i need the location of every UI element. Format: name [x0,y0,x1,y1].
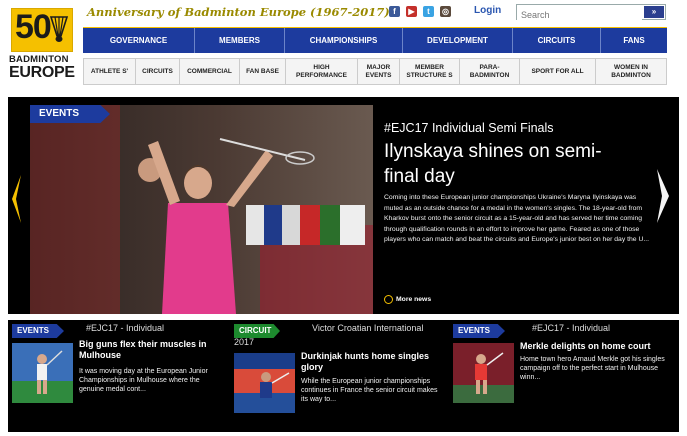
nav-fans[interactable]: FANS [601,28,667,53]
nav-development[interactable]: DEVELOPMENT [403,28,513,53]
card-event-label: #EJC17 - Individual [532,323,611,333]
subnav-women-in-badminton[interactable]: WOMEN IN BADMINTON [596,59,666,84]
search-box: » [516,4,666,22]
card-category-tag[interactable]: CIRCUIT [234,324,280,338]
anniversary-banner: Anniversary of Badminton Europe (1967-20… [87,5,390,19]
card-thumbnail[interactable] [453,343,514,403]
subnav-major-events[interactable]: MAJOR EVENTS [358,59,400,84]
subnav-fan-base[interactable]: FAN BASE [240,59,286,84]
logo-text-line2: EUROPE [9,64,75,81]
nav-championships[interactable]: CHAMPIONSHIPS [285,28,403,53]
hero-headline[interactable]: Ilynskaya shines on semi-final day [384,139,624,189]
login-link[interactable]: Login [474,5,501,16]
slider-next-arrow[interactable] [654,167,672,225]
hero-image[interactable] [30,105,373,314]
hero-photo-player [30,105,373,314]
subnav-athletes[interactable]: ATHLETE S' [84,59,136,84]
twitter-icon[interactable]: t [423,6,434,17]
featured-news-slider: EVENTS #EJC17 Individual Semi Finals Ily… [8,97,679,314]
card-event-label-year: 2017 [234,337,255,347]
nav-members[interactable]: MEMBERS [195,28,285,53]
card-photo [453,343,514,403]
news-card[interactable]: EVENTS #EJC17 - Individual Merkle deligh… [449,320,665,430]
card-thumbnail[interactable] [12,343,73,403]
subnav-circuits[interactable]: CIRCUITS [136,59,180,84]
sub-navigation: ATHLETE S' CIRCUITS COMMERCIAL FAN BASE … [83,58,667,85]
facebook-icon[interactable]: f [389,6,400,17]
slider-prev-arrow[interactable] [10,173,24,225]
card-event-label: Victor Croatian International [312,323,424,333]
social-links: f ▶ t ◎ [389,6,451,17]
hero-event-category: #EJC17 Individual Semi Finals [384,121,554,135]
nav-circuits[interactable]: CIRCUITS [513,28,601,53]
hero-category-tag[interactable]: EVENTS [30,105,110,123]
badminton-europe-logo[interactable]: 50 BADMINTON EUROPE [9,8,77,84]
hero-summary: Coming into these European junior champi… [384,194,650,244]
card-summary: It was moving day at the European Junior… [79,368,208,394]
subnav-para-badminton[interactable]: PARA-BADMINTON [460,59,520,84]
card-thumbnail[interactable] [234,353,295,413]
card-category-tag[interactable]: EVENTS [12,324,64,338]
subnav-sport-for-all[interactable]: SPORT FOR ALL [520,59,596,84]
card-summary: Home town hero Arnaud Merkle got his sin… [520,356,665,382]
card-headline[interactable]: Merkle delights on home court [520,341,665,352]
news-card[interactable]: CIRCUIT Victor Croatian International 20… [230,320,446,430]
instagram-icon[interactable]: ◎ [440,6,451,17]
card-headline[interactable]: Durkinjak hunts home singles glory [301,351,446,373]
nav-governance[interactable]: GOVERNANCE [83,28,195,53]
logo-number: 50 [15,8,52,46]
youtube-icon[interactable]: ▶ [406,6,417,17]
more-news-label: More news [396,296,432,303]
subnav-high-performance[interactable]: HIGH PERFORMANCE [286,59,358,84]
main-navigation: GOVERNANCE MEMBERS CHAMPIONSHIPS DEVELOP… [83,27,667,53]
card-headline[interactable]: Big guns flex their muscles in Mulhouse [79,339,224,361]
card-summary: While the European junior championships … [301,378,438,404]
card-category-tag[interactable]: EVENTS [453,324,505,338]
search-submit-button[interactable]: » [644,6,664,18]
subnav-member-structures[interactable]: MEMBER STRUCTURE S [400,59,460,84]
card-event-label: #EJC17 - Individual [86,323,165,333]
subnav-commercial[interactable]: COMMERCIAL [180,59,240,84]
news-cards-row: EVENTS #EJC17 - Individual Big guns flex… [8,320,679,432]
shuttlecock-icon [49,16,69,42]
news-card[interactable]: EVENTS #EJC17 - Individual Big guns flex… [8,320,224,430]
search-input[interactable] [517,8,642,22]
more-news-link[interactable]: More news [384,295,431,304]
card-photo [234,353,295,413]
more-news-icon [384,295,393,304]
card-photo [12,343,73,403]
